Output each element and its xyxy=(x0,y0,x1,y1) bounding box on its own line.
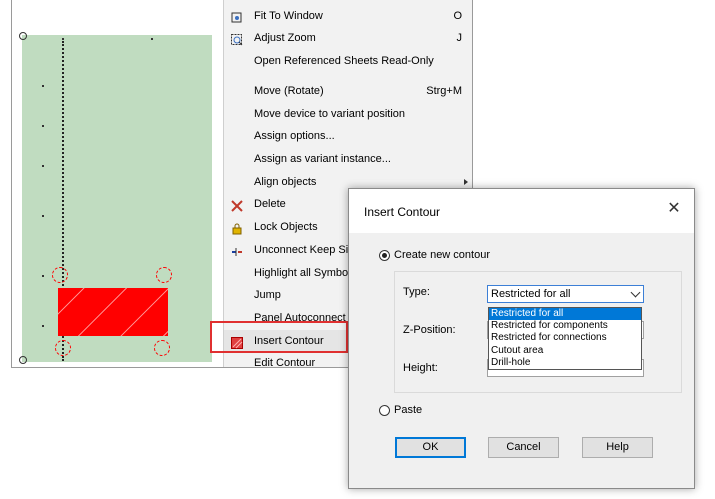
unconnect-icon xyxy=(231,244,243,256)
mount-hole-marker[interactable] xyxy=(156,267,172,283)
menu-shortcut: Strg+M xyxy=(426,85,462,97)
menu-item-label: Align objects xyxy=(254,176,317,188)
radio-create-new-contour-label: Create new contour xyxy=(394,249,490,261)
insert-contour-highlight-box xyxy=(210,321,348,353)
mount-hole-marker[interactable] xyxy=(154,340,170,356)
menu-item-assign-variant-instance[interactable]: Assign as variant instance... xyxy=(224,148,472,170)
menu-item-label: Delete xyxy=(254,198,286,210)
sheet-tick xyxy=(151,38,153,40)
sheet-tick xyxy=(42,215,44,217)
menu-item-fit-to-window[interactable]: Fit To Window O xyxy=(224,5,472,27)
chevron-down-icon xyxy=(630,287,641,298)
mount-hole-marker[interactable] xyxy=(55,340,71,356)
sheet-corner-marker xyxy=(19,356,27,364)
menu-item-label: Lock Objects xyxy=(254,221,318,233)
z-position-label: Z-Position: xyxy=(403,324,456,336)
menu-item-label: Move (Rotate) xyxy=(254,85,324,97)
type-option[interactable]: Cutout area xyxy=(489,345,641,357)
menu-item-label: Assign options... xyxy=(254,130,335,142)
mount-hole-marker[interactable] xyxy=(52,267,68,283)
sheet-tick xyxy=(42,325,44,327)
type-label: Type: xyxy=(403,286,430,298)
restricted-contour-area[interactable] xyxy=(58,288,168,336)
insert-contour-dialog: Insert Contour ✕ Create new contour Type… xyxy=(348,188,695,489)
radio-paste-label: Paste xyxy=(394,404,423,416)
type-option[interactable]: Drill-hole xyxy=(489,357,641,369)
cancel-button[interactable]: Cancel xyxy=(488,437,559,458)
delete-x-icon xyxy=(231,198,243,212)
menu-item-assign-options[interactable]: Assign options... xyxy=(224,125,472,147)
fit-window-icon xyxy=(231,10,243,23)
menu-item-label: Adjust Zoom xyxy=(254,32,316,44)
menu-item-label: Assign as variant instance... xyxy=(254,153,391,165)
ok-button[interactable]: OK xyxy=(395,437,466,458)
submenu-arrow-icon xyxy=(464,179,468,185)
menu-item-label: Fit To Window xyxy=(254,10,323,22)
type-option[interactable]: Restricted for all xyxy=(489,308,641,321)
menu-item-label: Open Referenced Sheets Read-Only xyxy=(254,55,434,67)
sheet-tick xyxy=(42,85,44,87)
menu-item-open-referenced-sheets[interactable]: Open Referenced Sheets Read-Only xyxy=(224,50,472,72)
menu-item-move-rotate[interactable]: Move (Rotate) Strg+M xyxy=(224,80,472,102)
type-dropdown-list: Restricted for all Restricted for compon… xyxy=(488,307,642,370)
lock-icon xyxy=(231,221,243,235)
type-option[interactable]: Restricted for components xyxy=(489,320,641,332)
menu-shortcut: O xyxy=(453,10,462,22)
drawing-sheet[interactable] xyxy=(19,32,212,364)
close-icon[interactable]: ✕ xyxy=(664,199,684,219)
dialog-title: Insert Contour xyxy=(364,205,441,219)
menu-item-move-device-variant[interactable]: Move device to variant position xyxy=(224,103,472,125)
menu-item-label: Move device to variant position xyxy=(254,108,406,120)
menu-item-label: Highlight all Symbols xyxy=(254,267,357,279)
menu-item-adjust-zoom[interactable]: Adjust Zoom J xyxy=(224,27,472,49)
type-select[interactable]: Restricted for all xyxy=(487,285,644,303)
menu-shortcut: J xyxy=(456,32,463,44)
menu-item-label: Jump xyxy=(254,289,281,301)
height-label: Height: xyxy=(403,362,438,374)
type-select-value: Restricted for all xyxy=(491,288,571,300)
dialog-titlebar[interactable]: Insert Contour ✕ xyxy=(349,189,694,233)
radio-create-new-contour[interactable] xyxy=(379,250,390,261)
sheet-tick xyxy=(42,125,44,127)
radio-paste[interactable] xyxy=(379,405,390,416)
type-option[interactable]: Restricted for connections xyxy=(489,332,641,344)
sheet-tick xyxy=(42,165,44,167)
sheet-tick xyxy=(62,38,64,40)
sheet-corner-marker xyxy=(19,32,27,40)
help-button[interactable]: Help xyxy=(582,437,653,458)
zoom-icon xyxy=(231,32,243,46)
sheet-tick xyxy=(42,275,44,277)
menu-item-label: Edit Contour xyxy=(254,357,316,368)
